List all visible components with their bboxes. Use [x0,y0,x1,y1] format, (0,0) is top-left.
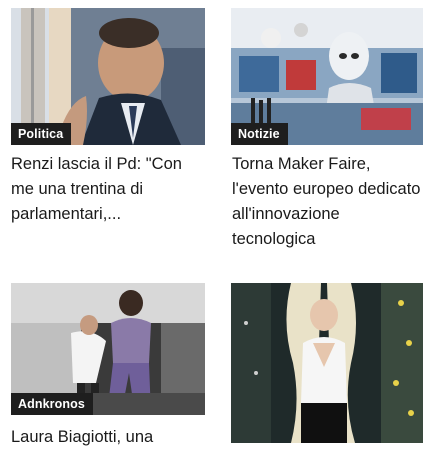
news-thumbnail[interactable]: Notizie [231,8,423,145]
headline[interactable]: Torna Maker Faire, l'evento europeo dedi… [232,152,424,252]
category-badge: Notizie [231,123,288,145]
news-thumbnail[interactable]: Politica [11,8,205,145]
news-thumbnail[interactable]: Adnkronos [11,283,205,415]
category-badge: Adnkronos [11,393,93,415]
news-thumbnail[interactable] [231,283,423,443]
headline[interactable]: Laura Biagiotti, una [11,425,207,450]
category-badge: Politica [11,123,72,145]
headline[interactable]: Renzi lascia il Pd: "Con me una trentina… [11,152,207,227]
